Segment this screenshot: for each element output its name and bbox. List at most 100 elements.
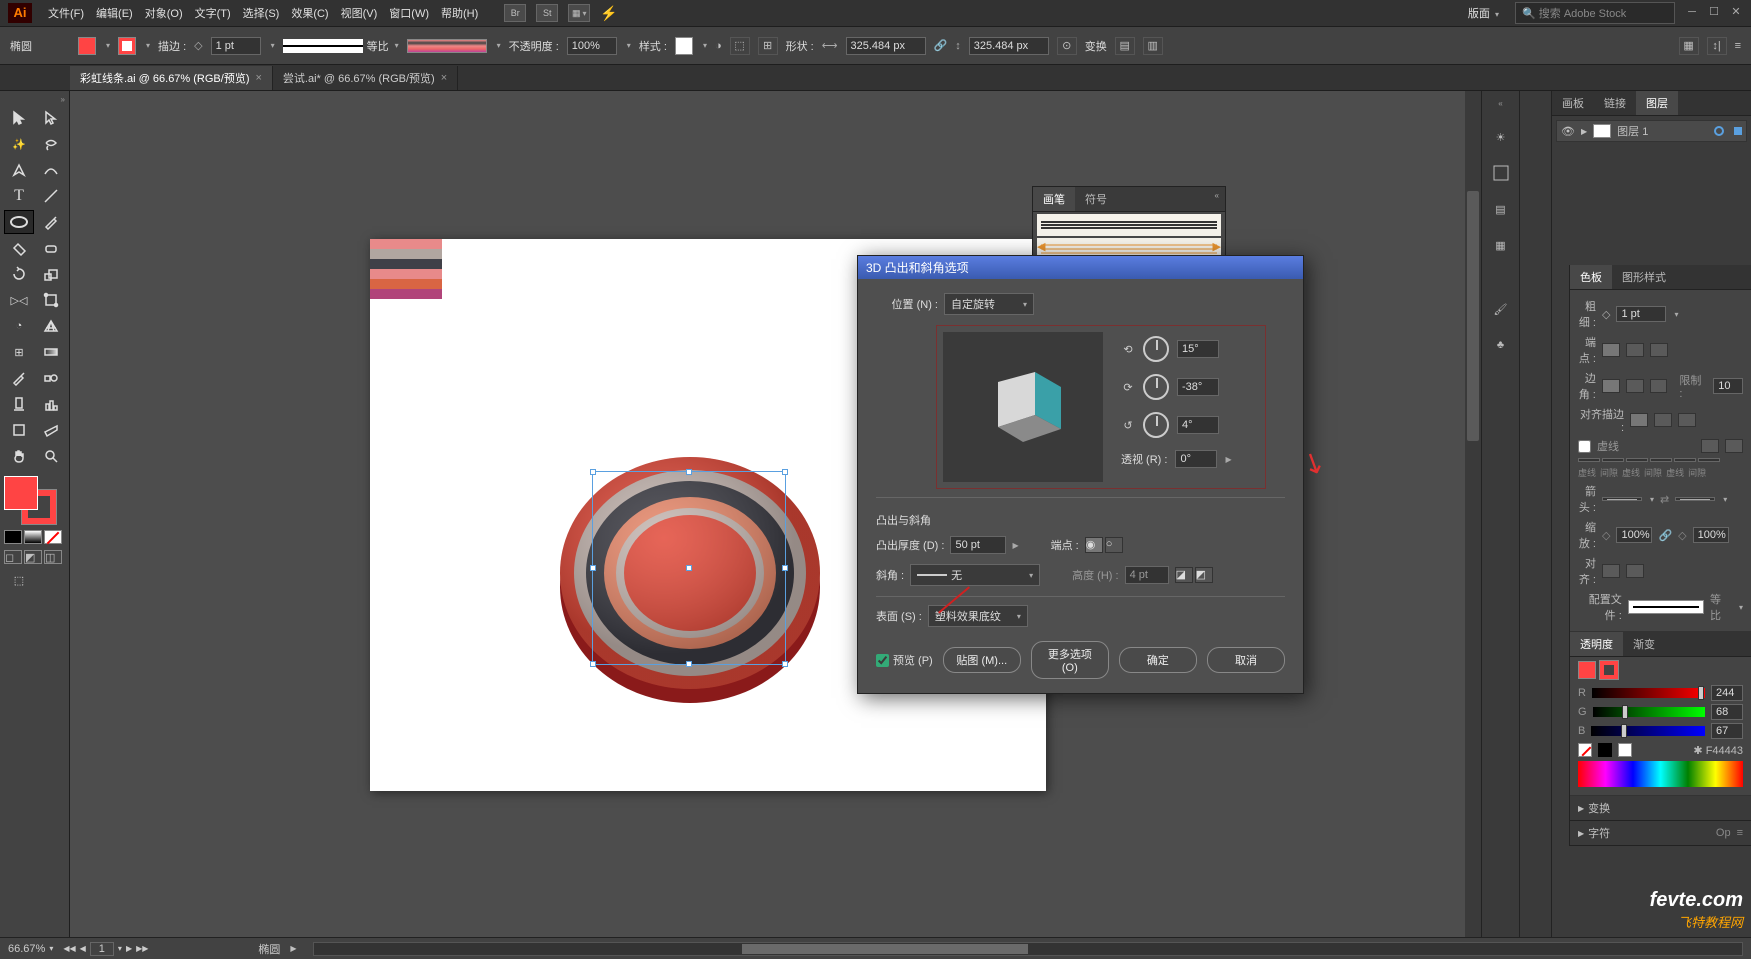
align-arrow-2[interactable] — [1626, 564, 1644, 578]
line-tool[interactable] — [36, 184, 66, 208]
cap-butt[interactable] — [1602, 343, 1620, 357]
cap-round[interactable] — [1626, 343, 1644, 357]
graph-tool[interactable] — [36, 392, 66, 416]
swatches-icon[interactable]: ▦ — [1489, 234, 1513, 256]
align-inside[interactable] — [1654, 413, 1672, 427]
active-stroke-swatch[interactable] — [1600, 661, 1618, 679]
tab-close-icon[interactable]: × — [255, 72, 261, 84]
corner-round[interactable] — [1626, 379, 1644, 393]
menu-select[interactable]: 选择(S) — [237, 1, 286, 25]
blue-value[interactable]: 67 — [1711, 723, 1743, 739]
more-options-button[interactable]: 更多选项 (O) — [1031, 641, 1109, 679]
graphic-styles-tab[interactable]: 图形样式 — [1612, 265, 1676, 289]
none-mode-btn[interactable] — [44, 530, 62, 544]
stroke-swatch[interactable] — [118, 37, 136, 55]
pin-icon[interactable]: ↕| — [1707, 37, 1727, 55]
map-art-button[interactable]: 贴图 (M)... — [943, 647, 1021, 673]
corner-bevel[interactable] — [1650, 379, 1668, 393]
stroke-weight-input[interactable]: 1 pt — [211, 37, 261, 55]
preview-checkbox[interactable]: 预览 (P) — [876, 652, 933, 668]
shape-width-input[interactable]: 325.484 px — [846, 37, 926, 55]
eraser-tool[interactable] — [36, 236, 66, 260]
gradient-mode-btn[interactable] — [24, 530, 42, 544]
layer-visibility-icon[interactable]: 👁 — [1561, 125, 1575, 138]
document-tab-1[interactable]: 彩虹线条.ai @ 66.67% (RGB/预览) × — [70, 66, 273, 90]
green-value[interactable]: 68 — [1711, 704, 1743, 720]
corner-miter[interactable] — [1602, 379, 1620, 393]
curve-tool[interactable] — [36, 158, 66, 182]
layer-expand-icon[interactable]: ▶ — [1581, 127, 1587, 136]
opacity-input[interactable]: 100% — [567, 37, 617, 55]
fill-swatch[interactable] — [78, 37, 96, 55]
position-dropdown[interactable]: 自定旋转▾ — [944, 293, 1034, 315]
menu-object[interactable]: 对象(O) — [139, 1, 189, 25]
screen-mode-btn[interactable]: ⬚ — [4, 568, 34, 592]
angle-z-dial[interactable] — [1143, 412, 1169, 438]
green-slider[interactable] — [1593, 707, 1705, 717]
artboard-tool[interactable] — [4, 418, 34, 442]
mesh-tool[interactable]: ⊞ — [4, 340, 34, 364]
stock-icon[interactable]: St — [536, 4, 558, 22]
ellipse-tool[interactable] — [4, 210, 34, 234]
align-arrow-1[interactable] — [1602, 564, 1620, 578]
dash-align-1[interactable] — [1701, 439, 1719, 453]
align-center[interactable] — [1630, 413, 1648, 427]
symbol-panel-icon[interactable]: ♣ — [1489, 334, 1513, 356]
perspective-input[interactable]: 0° — [1175, 450, 1217, 468]
angle-z-input[interactable]: 4° — [1177, 416, 1219, 434]
recolor-icon[interactable]: ◑ — [715, 40, 722, 52]
black-swatch[interactable] — [1598, 743, 1612, 757]
scale-start[interactable]: 100% — [1616, 527, 1652, 543]
blue-slider[interactable] — [1591, 726, 1705, 736]
dash-checkbox[interactable] — [1578, 440, 1591, 453]
zoom-tool[interactable] — [36, 444, 66, 468]
dash-field-1[interactable] — [1578, 458, 1600, 462]
arrange-docs-icon[interactable]: ▦▾ — [568, 4, 590, 22]
dash-field-2[interactable] — [1602, 458, 1624, 462]
arrow-start[interactable] — [1602, 497, 1642, 501]
brushes-panel[interactable]: 画笔 符号 « ◀▶ — [1032, 186, 1226, 263]
cap-off-button[interactable]: ○ — [1105, 537, 1123, 553]
arrow-end[interactable] — [1675, 497, 1715, 501]
brush-item-1[interactable] — [1037, 214, 1221, 236]
draw-behind[interactable]: ◩ — [24, 550, 42, 564]
transform-label[interactable]: 变换 — [1085, 38, 1107, 54]
stroke-profile-preview[interactable] — [283, 39, 363, 53]
fill-color-box[interactable] — [4, 476, 38, 510]
magic-wand-tool[interactable]: ✨ — [4, 132, 34, 156]
search-stock-input[interactable]: 🔍 搜索 Adobe Stock — [1515, 2, 1675, 24]
properties-icon[interactable]: ☀ — [1489, 126, 1513, 148]
bevel-dropdown[interactable]: 无 ▾ — [910, 564, 1040, 586]
fill-stroke-swatches[interactable] — [4, 476, 64, 526]
menu-effect[interactable]: 效果(C) — [285, 1, 334, 25]
none-swatch[interactable] — [1578, 743, 1592, 757]
width-tool[interactable]: ▷◁ — [4, 288, 34, 312]
red-slider[interactable] — [1592, 688, 1705, 698]
brush-preview[interactable] — [407, 39, 487, 53]
cap-square[interactable] — [1650, 343, 1668, 357]
hex-value[interactable]: F44443 — [1706, 745, 1743, 757]
status-menu-icon[interactable]: ▶ — [290, 944, 296, 953]
pen-tool[interactable] — [4, 158, 34, 182]
blend-tool[interactable] — [36, 366, 66, 390]
rotation-cube-preview[interactable] — [943, 332, 1103, 482]
angle-y-dial[interactable] — [1143, 374, 1169, 400]
document-tab-2[interactable]: 尝试.ai* @ 66.67% (RGB/预览) × — [273, 66, 458, 90]
rotate-tool[interactable] — [4, 262, 34, 286]
tab-artboards[interactable]: 画板 — [1552, 91, 1594, 115]
tab-layers[interactable]: 图层 — [1636, 91, 1678, 115]
dialog-title-bar[interactable]: 3D 凸出和斜角选项 — [858, 256, 1303, 279]
tab-links[interactable]: 链接 — [1594, 91, 1636, 115]
dash-field-5[interactable] — [1674, 458, 1696, 462]
shape-builder-tool[interactable]: ◔ — [4, 314, 34, 338]
dash-field-4[interactable] — [1650, 458, 1672, 462]
character-accordion[interactable]: ▶字符Op≡ — [1570, 821, 1751, 846]
brushes-tab[interactable]: 画笔 — [1033, 187, 1075, 211]
white-swatch[interactable] — [1618, 743, 1632, 757]
style-swatch[interactable] — [675, 37, 693, 55]
workspace-switcher[interactable]: 版面 ▾ — [1462, 1, 1505, 25]
stroke-weight-field[interactable]: 1 pt — [1616, 306, 1666, 322]
dash-field-6[interactable] — [1698, 458, 1720, 462]
window-minimize[interactable]: ─ — [1685, 7, 1699, 19]
depth-input[interactable]: 50 pt — [950, 536, 1006, 554]
